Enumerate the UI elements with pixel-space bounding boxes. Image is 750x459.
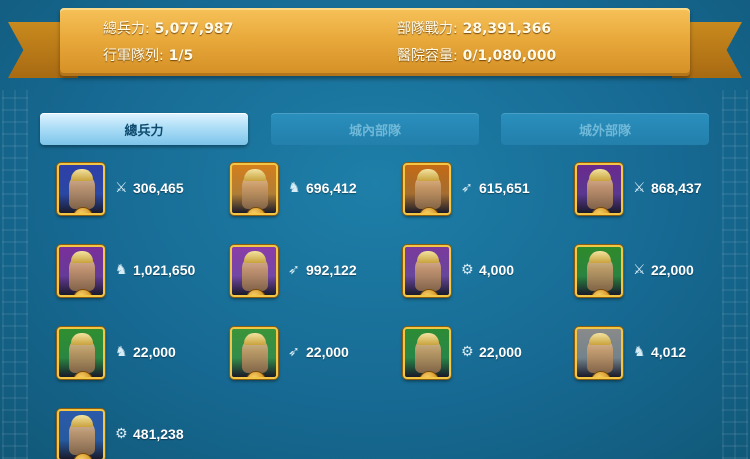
troop-item[interactable]: IV ⚔ 868,437 — [575, 163, 745, 221]
troop-helmet — [71, 169, 93, 181]
hospital-capacity-label: 醫院容量: — [397, 48, 458, 64]
troop-count: 615,651 — [479, 180, 530, 196]
stats-banner: 總兵力: 5,077,987 行軍隊列: 1/5 部隊戰力: 28,391,36… — [60, 8, 690, 76]
troop-power-stat: 部隊戰力: 28,391,366 — [397, 18, 551, 38]
troop-count: 22,000 — [133, 344, 176, 360]
sword-icon: ⚔ — [633, 262, 646, 278]
troop-portrait[interactable]: II — [575, 245, 623, 297]
troop-count: 696,412 — [306, 180, 357, 196]
march-queue-label: 行軍隊列: — [103, 48, 164, 64]
troop-portrait[interactable]: II — [57, 327, 105, 379]
troop-power-label: 部隊戰力: — [397, 21, 458, 37]
troop-portrait[interactable]: II — [230, 327, 278, 379]
bow-icon: ➶ — [288, 262, 300, 278]
total-power-value: 5,077,987 — [154, 21, 234, 37]
siege-icon: ⚙ — [461, 262, 474, 278]
troop-helmet — [589, 251, 611, 263]
troop-portrait[interactable]: I — [575, 327, 623, 379]
troop-portrait[interactable]: I — [57, 409, 105, 459]
horse-icon: ♞ — [115, 344, 128, 360]
border-pattern-left — [2, 90, 28, 459]
troop-item[interactable]: II ⚙ 22,000 — [403, 327, 573, 385]
siege-icon: ⚙ — [461, 344, 474, 360]
horse-icon: ♞ — [115, 262, 128, 278]
troop-item[interactable]: IV ⚙ 4,000 — [403, 245, 573, 303]
troop-helmet — [71, 333, 93, 345]
march-queue-value: 1/5 — [168, 48, 194, 64]
total-power-stat: 總兵力: 5,077,987 — [103, 18, 233, 38]
troop-count: 4,012 — [651, 344, 687, 360]
march-queue-stat: 行軍隊列: 1/5 — [103, 45, 193, 65]
horse-icon: ♞ — [633, 344, 646, 360]
troop-helmet — [244, 251, 266, 263]
troop-helmet — [589, 169, 611, 181]
troop-item[interactable]: II ⚔ 22,000 — [575, 245, 745, 303]
troop-count: 868,437 — [651, 180, 702, 196]
troop-portrait[interactable]: IV — [57, 245, 105, 297]
bow-icon: ➶ — [288, 344, 300, 360]
sword-icon: ⚔ — [633, 180, 646, 196]
hospital-capacity-stat: 醫院容量: 0/1,080,000 — [397, 45, 556, 65]
troop-portrait[interactable]: V — [403, 163, 451, 215]
troop-portrait[interactable]: IV — [403, 245, 451, 297]
troop-portrait[interactable]: V — [57, 163, 105, 215]
troop-count: 1,021,650 — [133, 262, 196, 278]
troop-count: 306,465 — [133, 180, 184, 196]
troop-item[interactable]: IV ♞ 1,021,650 — [57, 245, 227, 303]
sword-icon: ⚔ — [115, 180, 128, 196]
troop-helmet — [417, 251, 439, 263]
troop-helmet — [244, 169, 266, 181]
troop-item[interactable]: V ➶ 615,651 — [403, 163, 573, 221]
troop-count: 481,238 — [133, 426, 184, 442]
troop-item[interactable]: I ♞ 4,012 — [575, 327, 745, 385]
troop-item[interactable]: V ♞ 696,412 — [230, 163, 400, 221]
troop-item[interactable]: IV ➶ 992,122 — [230, 245, 400, 303]
troop-count: 4,000 — [479, 262, 515, 278]
hospital-capacity-value: 0/1,080,000 — [462, 48, 557, 64]
troop-count: 22,000 — [306, 344, 349, 360]
troop-count: 22,000 — [479, 344, 522, 360]
troop-count: 992,122 — [306, 262, 357, 278]
tab-total-troops[interactable]: 總兵力 — [40, 113, 248, 145]
troop-count: 22,000 — [651, 262, 694, 278]
troop-item[interactable]: II ➶ 22,000 — [230, 327, 400, 385]
troop-portrait[interactable]: II — [403, 327, 451, 379]
bow-icon: ➶ — [461, 180, 473, 196]
troop-helmet — [417, 169, 439, 181]
tab-troops-in-city[interactable]: 城內部隊 — [271, 113, 479, 145]
tab-troops-outside-city[interactable]: 城外部隊 — [501, 113, 709, 145]
troop-item[interactable]: V ⚔ 306,465 — [57, 163, 227, 221]
troop-helmet — [417, 333, 439, 345]
troop-portrait[interactable]: V — [230, 163, 278, 215]
troop-power-value: 28,391,366 — [462, 21, 552, 37]
troop-helmet — [244, 333, 266, 345]
troop-item[interactable]: II ♞ 22,000 — [57, 327, 227, 385]
siege-icon: ⚙ — [115, 426, 128, 442]
troop-item[interactable]: I ⚙ 481,238 — [57, 409, 227, 459]
troop-helmet — [71, 415, 93, 427]
troop-helmet — [71, 251, 93, 263]
troop-portrait[interactable]: IV — [230, 245, 278, 297]
troop-portrait[interactable]: IV — [575, 163, 623, 215]
troop-helmet — [589, 333, 611, 345]
total-power-label: 總兵力: — [103, 21, 150, 37]
horse-icon: ♞ — [288, 180, 301, 196]
